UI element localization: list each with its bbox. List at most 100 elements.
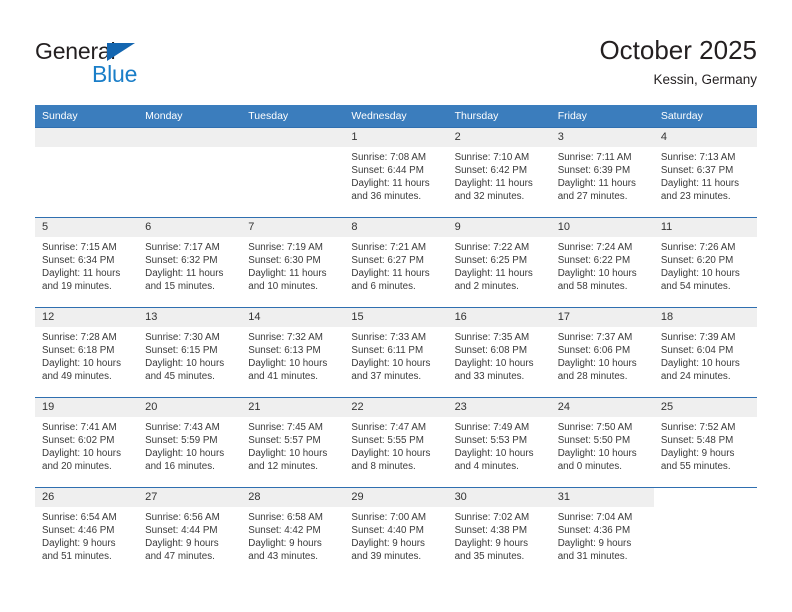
daylight-text: Daylight: 10 hours [660,268,740,280]
day-cell[interactable]: 16 Sunrise: 7:35 AM Sunset: 6:08 PM Dayligh… [447,307,551,398]
day-number: 13 [138,308,242,327]
day-cell[interactable]: 11 Sunrise: 7:26 AM Sunset: 6:20 PM Dayligh… [653,217,757,308]
day-cell[interactable]: 25 Sunrise: 7:52 AM Sunset: 5:48 PM Dayligh… [653,397,757,488]
sunset-text: Sunset: 5:55 PM [351,435,424,447]
day-cell[interactable]: 15 Sunrise: 7:33 AM Sunset: 6:11 PM Dayligh… [344,307,448,398]
day-cell[interactable]: 27 Sunrise: 6:56 AM Sunset: 4:44 PM Dayligh… [138,487,242,578]
day-number: 27 [138,488,242,507]
day-details: Sunrise: 7:30 AM Sunset: 6:15 PM Daylight:… [138,327,241,383]
day-details: Sunrise: 7:45 AM Sunset: 5:57 PM Daylight:… [241,417,344,473]
day-number: 7 [241,218,345,237]
day-cell[interactable]: 30 Sunrise: 7:02 AM Sunset: 4:38 PM Dayligh… [447,487,551,578]
weekday-header-tuesday: Tuesday [241,105,345,128]
sunrise-text: Sunrise: 6:54 AM [42,512,117,523]
day-cell[interactable]: 21 Sunrise: 7:45 AM Sunset: 5:57 PM Dayligh… [241,397,345,488]
day-cell[interactable]: 28 Sunrise: 6:58 AM Sunset: 4:42 PM Dayligh… [241,487,345,578]
sunset-text: Sunset: 6:04 PM [660,345,734,357]
day-number: 21 [241,398,345,417]
daylight-text: Daylight: 10 hours [660,358,740,370]
sunrise-text: Sunrise: 7:41 AM [42,422,117,433]
day-details: Sunrise: 7:10 AM Sunset: 6:42 PM Daylight:… [448,147,551,203]
sunset-text: Sunset: 6:42 PM [454,165,527,177]
day-cell[interactable]: 23 Sunrise: 7:49 AM Sunset: 5:53 PM Dayligh… [447,397,551,488]
daylight-text: Daylight: 9 hours [145,538,219,550]
day-cell[interactable]: 14 Sunrise: 7:32 AM Sunset: 6:13 PM Dayligh… [241,307,345,398]
day-cell[interactable]: 8 Sunrise: 7:21 AM Sunset: 6:27 PM Daylight… [344,217,448,308]
day-cell[interactable]: 13 Sunrise: 7:30 AM Sunset: 6:15 PM Dayligh… [138,307,242,398]
sunrise-text: Sunrise: 7:17 AM [145,242,220,253]
sunset-text: Sunset: 6:27 PM [351,255,424,267]
sunset-text: Sunset: 4:42 PM [248,525,321,537]
weekday-header-thursday: Thursday [447,105,551,128]
day-cell[interactable]: 17 Sunrise: 7:37 AM Sunset: 6:06 PM Dayligh… [550,307,654,398]
day-cell[interactable]: 18 Sunrise: 7:39 AM Sunset: 6:04 PM Dayligh… [653,307,757,398]
sunset-text: Sunset: 6:08 PM [454,345,527,357]
page-header: General Blue October 2025 Kessin, German… [0,0,792,103]
day-details: Sunrise: 7:49 AM Sunset: 5:53 PM Daylight:… [448,417,551,473]
daylight-text: Daylight: 10 hours [145,358,225,370]
daylight-text: and 43 minutes. [248,551,318,563]
day-details: Sunrise: 7:47 AM Sunset: 5:55 PM Daylight:… [344,417,447,473]
day-cell[interactable]: 7 Sunrise: 7:19 AM Sunset: 6:30 PM Daylight… [241,217,345,308]
week-row: 5 Sunrise: 7:15 AM Sunset: 6:34 PM Daylight… [35,217,757,308]
day-cell-empty [35,127,139,218]
day-cell[interactable]: 10 Sunrise: 7:24 AM Sunset: 6:22 PM Dayligh… [550,217,654,308]
daylight-text: and 31 minutes. [557,551,628,563]
sunrise-text: Sunrise: 7:02 AM [454,512,530,523]
day-cell[interactable]: 4 Sunrise: 7:13 AM Sunset: 6:37 PM Daylight… [653,127,757,218]
daylight-text: Daylight: 10 hours [454,358,534,370]
day-cell[interactable]: 1 Sunrise: 7:08 AM Sunset: 6:44 PM Daylight… [344,127,448,218]
day-cell[interactable]: 24 Sunrise: 7:50 AM Sunset: 5:50 PM Dayligh… [550,397,654,488]
daylight-text: Daylight: 9 hours [454,538,529,550]
day-details: Sunrise: 7:00 AM Sunset: 4:40 PM Daylight:… [344,507,447,563]
sunset-text: Sunset: 6:37 PM [660,165,734,177]
day-cell[interactable]: 5 Sunrise: 7:15 AM Sunset: 6:34 PM Daylight… [35,217,139,308]
day-cell[interactable]: 9 Sunrise: 7:22 AM Sunset: 6:25 PM Daylight… [447,217,551,308]
sunrise-text: Sunrise: 7:50 AM [557,422,633,433]
logo-text-blue: Blue [92,61,138,87]
day-number: 15 [344,308,448,327]
day-cell[interactable]: 19 Sunrise: 7:41 AM Sunset: 6:02 PM Dayligh… [35,397,139,488]
daylight-text: and 32 minutes. [454,191,525,203]
daylight-text: and 12 minutes. [248,461,318,473]
daylight-text: and 20 minutes. [42,461,112,473]
sunset-text: Sunset: 6:44 PM [351,165,424,177]
day-number: 19 [35,398,139,417]
sunrise-text: Sunrise: 6:58 AM [248,512,323,523]
sunrise-text: Sunrise: 6:56 AM [145,512,220,523]
day-cell[interactable]: 12 Sunrise: 7:28 AM Sunset: 6:18 PM Dayligh… [35,307,139,398]
daylight-text: Daylight: 11 hours [557,178,636,190]
sunrise-text: Sunrise: 7:11 AM [557,152,632,163]
daylight-text: Daylight: 11 hours [454,178,533,190]
sunrise-text: Sunrise: 7:04 AM [557,512,633,523]
daylight-text: and 4 minutes. [454,461,519,473]
day-details: Sunrise: 7:35 AM Sunset: 6:08 PM Daylight:… [448,327,551,383]
day-cell[interactable]: 29 Sunrise: 7:00 AM Sunset: 4:40 PM Dayligh… [344,487,448,578]
day-details: Sunrise: 7:13 AM Sunset: 6:37 PM Daylight:… [654,147,757,203]
sunset-text: Sunset: 4:40 PM [351,525,424,537]
daylight-text: and 51 minutes. [42,551,112,563]
day-cell[interactable]: 20 Sunrise: 7:43 AM Sunset: 5:59 PM Dayligh… [138,397,242,488]
day-details: Sunrise: 7:21 AM Sunset: 6:27 PM Daylight:… [344,237,447,293]
day-cell[interactable]: 6 Sunrise: 7:17 AM Sunset: 6:32 PM Daylight… [138,217,242,308]
sunset-text: Sunset: 6:22 PM [557,255,631,267]
day-number: 18 [653,308,757,327]
day-cell[interactable]: 26 Sunrise: 6:54 AM Sunset: 4:46 PM Dayligh… [35,487,139,578]
sunrise-text: Sunrise: 7:21 AM [351,242,427,253]
day-details: Sunrise: 7:32 AM Sunset: 6:13 PM Daylight:… [241,327,344,383]
day-cell[interactable]: 2 Sunrise: 7:10 AM Sunset: 6:42 PM Daylight… [447,127,551,218]
calendar-page: General Blue October 2025 Kessin, German… [0,0,792,612]
day-cell[interactable]: 3 Sunrise: 7:11 AM Sunset: 6:39 PM Daylight… [550,127,654,218]
sunrise-text: Sunrise: 7:00 AM [351,512,427,523]
daylight-text: and 37 minutes. [351,371,422,383]
daylight-text: Daylight: 10 hours [557,358,637,370]
daylight-text: and 16 minutes. [145,461,215,473]
sunrise-text: Sunrise: 7:30 AM [145,332,220,343]
day-number: 5 [35,218,139,237]
daylight-text: Daylight: 9 hours [42,538,116,550]
daylight-text: and 36 minutes. [351,191,422,203]
sunset-text: Sunset: 6:06 PM [557,345,631,357]
day-cell[interactable]: 22 Sunrise: 7:47 AM Sunset: 5:55 PM Dayligh… [344,397,448,488]
sunset-text: Sunset: 5:48 PM [660,435,734,447]
day-cell[interactable]: 31 Sunrise: 7:04 AM Sunset: 4:36 PM Dayligh… [550,487,654,578]
